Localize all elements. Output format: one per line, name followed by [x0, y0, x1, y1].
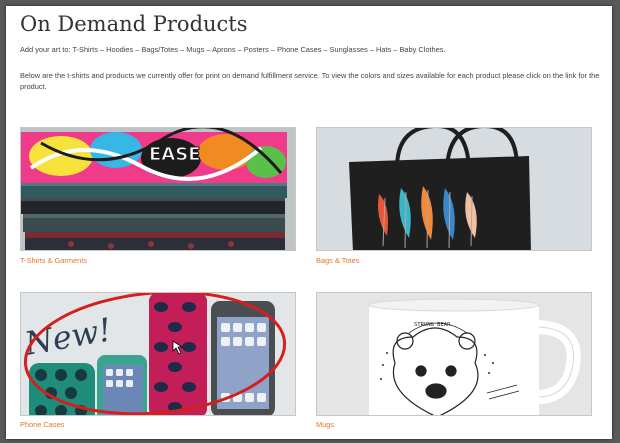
mug-text: STRONG BEAR	[414, 322, 451, 328]
tshirts-image[interactable]: EASE	[20, 127, 296, 251]
page-content: On Demand Products Add your art to: T-Sh…	[6, 6, 612, 439]
page-title: On Demand Products	[20, 12, 248, 36]
svg-text:EASE: EASE	[149, 144, 201, 165]
mugs-image[interactable]: STRONG BEAR	[316, 292, 592, 416]
tshirts-link[interactable]: T-Shirts & Garments	[20, 256, 87, 265]
description-text: Below are the t-shirts and products we c…	[20, 71, 600, 91]
tote-bag-illustration	[317, 128, 591, 250]
mugs-link[interactable]: Mugs	[316, 420, 334, 429]
bags-link[interactable]: Bags & Totes	[316, 256, 359, 265]
phone-cases-link[interactable]: Phone Cases	[20, 420, 64, 429]
phone-cases-illustration: New!	[21, 293, 295, 415]
mug-illustration: STRONG BEAR	[317, 293, 591, 415]
bags-image[interactable]	[316, 127, 592, 251]
screenshot-frame: On Demand Products Add your art to: T-Sh…	[0, 0, 620, 443]
folded-shirts-illustration: EASE	[21, 128, 295, 250]
intro-text: Add your art to: T-Shirts – Hoodies – Ba…	[20, 45, 446, 54]
phone-cases-image[interactable]: New!	[20, 292, 296, 416]
